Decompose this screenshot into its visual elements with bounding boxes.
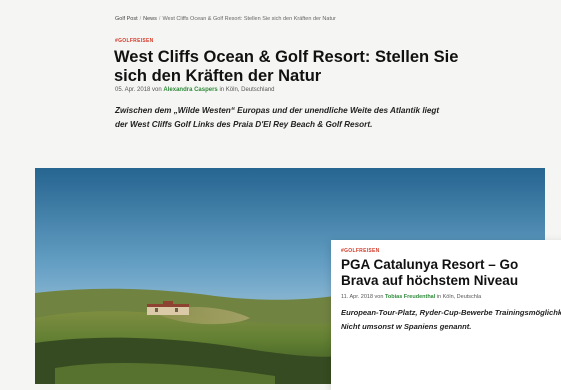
breadcrumb-current: West Cliffs Ocean & Golf Resort: Stellen… [162, 16, 336, 22]
breadcrumb: Golf Post / News / West Cliffs Ocean & Golf … [115, 16, 336, 22]
card-meta: 11. Apr. 2018 von Tobias Freudenthal in … [341, 294, 481, 300]
article-date: 05. Apr. 2018 [115, 87, 151, 93]
breadcrumb-separator: / [139, 16, 142, 22]
card-lead: European-Tour-Platz, Ryder-Cup-Bewerbe T… [341, 308, 561, 331]
card-title-line-2: Brava auf höchstem Niveau [341, 273, 519, 288]
card-title[interactable]: PGA Catalunya Resort – Go Brava auf höch… [341, 257, 561, 289]
article-location: in Köln, Deutschland [219, 87, 275, 93]
article-by: von [152, 87, 162, 93]
article-meta: 05. Apr. 2018 von Alexandra Caspers in K… [115, 87, 275, 93]
card-location: in Köln, Deutschla [436, 294, 482, 300]
card-date: 11. Apr. 2018 [341, 294, 374, 300]
card-by: von [374, 294, 384, 300]
card-author-link[interactable]: Tobias Freudenthal [385, 294, 435, 300]
breadcrumb-home-link[interactable]: Golf Post [115, 16, 138, 22]
article-category-tag[interactable]: #GOLFREISEN [115, 38, 154, 44]
card-category-tag[interactable]: #GOLFREISEN [341, 248, 380, 254]
article-title: West Cliffs Ocean & Golf Resort: Stellen… [114, 48, 459, 85]
article-author-link[interactable]: Alexandra Caspers [163, 87, 217, 93]
article-lead: Zwischen dem „Wilde Westen“ Europas und … [115, 106, 440, 129]
card-title-line-1: PGA Catalunya Resort – Go [341, 257, 519, 272]
breadcrumb-separator: / [158, 16, 161, 22]
breadcrumb-news-link[interactable]: News [143, 16, 157, 22]
related-article-card[interactable]: #GOLFREISEN PGA Catalunya Resort – Go Br… [331, 240, 561, 390]
